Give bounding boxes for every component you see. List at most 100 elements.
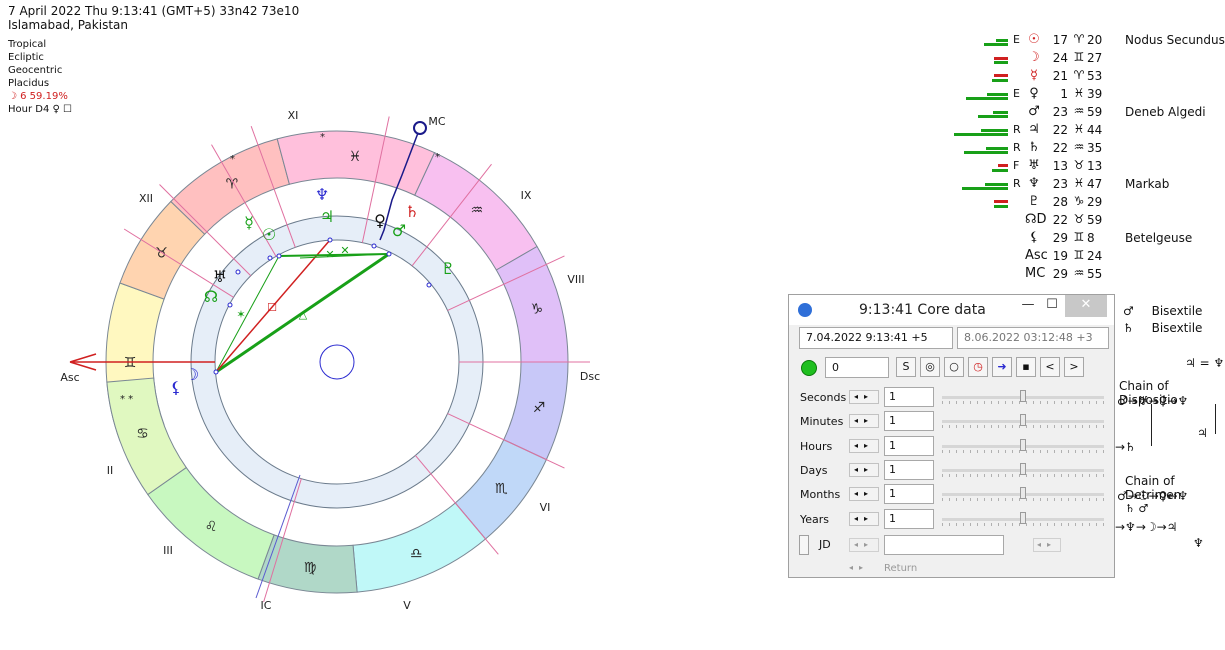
planet-row[interactable]: R ♄ 22 ♒ 35 — [950, 140, 1225, 158]
planet-glyph-icon[interactable]: ♂ — [392, 221, 406, 240]
step-arrows[interactable]: ◂▸ — [849, 438, 879, 453]
degree-value: 22 — [1052, 141, 1068, 155]
sun-radio-icon[interactable]: ◎ — [920, 357, 940, 377]
step-value-input[interactable]: 1 — [884, 387, 934, 407]
natal-chart-wheel[interactable]: ♊♉♈♓♒♑♐♏♎♍♌♋ ✕ ✕△☐✶ AscIIIIIIC VVIDscVIIII… — [0, 0, 780, 650]
jd-toggle[interactable] — [799, 535, 809, 555]
fixed-star-mark: * * — [120, 394, 133, 405]
time-step-row[interactable]: Seconds ◂▸ 1 — [789, 387, 1116, 409]
planet-glyph-icon[interactable]: ☿ — [244, 213, 254, 232]
planet-row[interactable]: ⚸ 29 ♊ 8 Betelgeuse — [950, 230, 1225, 248]
time-step-row[interactable]: Years ◂▸ 1 — [789, 508, 1116, 531]
planet-row[interactable]: ♇ 28 ♑ 29 — [950, 194, 1225, 212]
close-button[interactable]: ✕ — [1065, 295, 1107, 317]
degree-value: 19 — [1052, 249, 1068, 263]
planet-glyph-icon[interactable]: ♆ — [315, 185, 329, 204]
planet-icon: ♃ — [1028, 122, 1040, 137]
compare-date-field[interactable]: 8.06.2022 03:12:48 +3 — [957, 327, 1109, 349]
nav-next-button[interactable]: > — [1064, 357, 1084, 377]
planet-row[interactable]: E ♀ 1 ♓ 39 — [950, 86, 1225, 104]
house-label: XI — [288, 109, 299, 122]
step-slider-thumb[interactable] — [1020, 414, 1026, 427]
planet-glyph-icon[interactable]: ⚸ — [170, 378, 182, 397]
planet-glyph-icon[interactable]: ♅ — [213, 267, 227, 286]
core-data-window[interactable]: 9:13:41 Core data — ☐ ✕ 7.04.2022 9:13:4… — [788, 294, 1115, 578]
step-value-input[interactable]: 1 — [884, 459, 934, 480]
time-step-row[interactable]: Hours ◂▸ 1 — [789, 435, 1116, 458]
zodiac-sign-glyph: ♉ — [155, 245, 168, 261]
step-arrows[interactable]: ◂▸ — [849, 414, 879, 429]
planet-row[interactable]: R ♃ 22 ♓ 44 — [950, 122, 1225, 140]
house-label: Dsc — [580, 370, 600, 383]
sign-icon: ♓ — [1073, 86, 1085, 100]
chain-detriment-sub: ♄ ♂ — [1125, 502, 1149, 515]
aspect-point — [371, 243, 377, 249]
planet-glyph-icon[interactable]: ♀ — [374, 211, 386, 230]
planet-row[interactable]: Asc 19 ♊ 24 — [950, 248, 1225, 266]
zodiac-sign-glyph: ♑ — [531, 301, 544, 317]
nav-prev-button[interactable]: < — [1040, 357, 1060, 377]
time-step-label: Years — [800, 512, 830, 526]
run-button[interactable] — [801, 360, 817, 376]
strength-bar-red — [994, 57, 1008, 60]
planet-row[interactable]: R ♆ 23 ♓ 47 Markab — [950, 176, 1225, 194]
planet-glyph-icon[interactable]: ☽ — [185, 365, 199, 384]
time-step-label: Hours — [800, 439, 833, 453]
planet-glyph-icon[interactable]: ♇ — [441, 259, 455, 278]
planet-row[interactable]: E ☉ 17 ♈ 20 Nodus Secundus — [950, 32, 1225, 50]
sign-icon: ♊ — [1073, 230, 1085, 244]
step-slider-thumb[interactable] — [1020, 487, 1026, 500]
sign-icon: ♈ — [1073, 68, 1085, 82]
planet-row[interactable]: ♂ 23 ♒ 59 Deneb Algedi — [950, 104, 1225, 122]
step-slider-thumb[interactable] — [1020, 511, 1026, 524]
planet-icon: MC — [1025, 266, 1046, 281]
step-arrows[interactable]: ◂▸ — [849, 487, 879, 502]
jd-nav-stepper[interactable]: ◂▸ — [1033, 538, 1061, 552]
sign-icon: ♒ — [1073, 104, 1085, 118]
current-date-field[interactable]: 7.04.2022 9:13:41 +5 — [799, 327, 953, 349]
sign-icon: ♊ — [1073, 248, 1085, 262]
planet-glyph-icon[interactable]: ♃ — [320, 207, 334, 226]
time-step-row[interactable]: Months ◂▸ 1 — [789, 484, 1116, 506]
planet-glyph-icon[interactable]: ☉ — [262, 225, 276, 244]
chain-connector — [1215, 404, 1216, 434]
step-value-input[interactable]: 1 — [884, 508, 934, 529]
export-icon[interactable]: ➜ — [992, 357, 1012, 377]
step-value-input[interactable]: 1 — [884, 435, 934, 456]
planet-row[interactable]: F ♅ 13 ♉ 13 — [950, 158, 1225, 176]
step-value-input[interactable]: 1 — [884, 484, 934, 505]
return-stepper[interactable]: ◂▸ — [849, 563, 869, 572]
step-slider-thumb[interactable] — [1020, 462, 1026, 475]
jd-stepper[interactable]: ◂▸ — [849, 538, 879, 552]
planet-icon: ♆ — [1028, 176, 1040, 191]
planet-icon: ♇ — [1028, 194, 1040, 209]
time-step-row[interactable]: Days ◂▸ 1 — [789, 459, 1116, 482]
step-value-input[interactable]: 1 — [884, 411, 934, 432]
planet-row[interactable]: ☊D 22 ♉ 59 — [950, 212, 1225, 230]
clock-icon[interactable]: ◷ — [968, 357, 988, 377]
chain-disposition-line: ♂→♅→♀→♆ — [1117, 394, 1189, 408]
step-counter-field[interactable]: 0 — [825, 357, 889, 378]
house-label: MC — [428, 115, 445, 128]
planet-row[interactable]: ☽ 24 ♊ 27 — [950, 50, 1225, 68]
strikethrough-s-icon[interactable]: S — [896, 357, 916, 377]
time-step-row[interactable]: Minutes ◂▸ 1 — [789, 411, 1116, 433]
chain-detriment-neptune: ♆ — [1193, 536, 1204, 550]
planet-glyph-icon[interactable]: ☊ — [204, 287, 218, 306]
maximize-button[interactable]: ☐ — [1037, 295, 1067, 317]
planet-row[interactable]: ☿ 21 ♈ 53 — [950, 68, 1225, 86]
step-arrows[interactable]: ◂▸ — [849, 390, 879, 404]
window-titlebar[interactable]: 9:13:41 Core data — ☐ ✕ — [789, 295, 1114, 325]
minute-value: 20 — [1087, 33, 1103, 47]
time-step-label: Seconds — [800, 391, 847, 404]
time-step-label: Minutes — [800, 415, 844, 429]
jd-input[interactable] — [884, 535, 1004, 555]
step-arrows[interactable]: ◂▸ — [849, 462, 879, 477]
step-slider-thumb[interactable] — [1020, 390, 1026, 402]
planet-glyph-icon[interactable]: ♄ — [405, 202, 419, 221]
circle-icon[interactable]: ○ — [944, 357, 964, 377]
step-arrows[interactable]: ◂▸ — [849, 511, 879, 526]
save-icon[interactable]: ▪ — [1016, 357, 1036, 377]
step-slider-thumb[interactable] — [1020, 438, 1026, 451]
planet-row[interactable]: MC 29 ♒ 55 — [950, 266, 1225, 284]
